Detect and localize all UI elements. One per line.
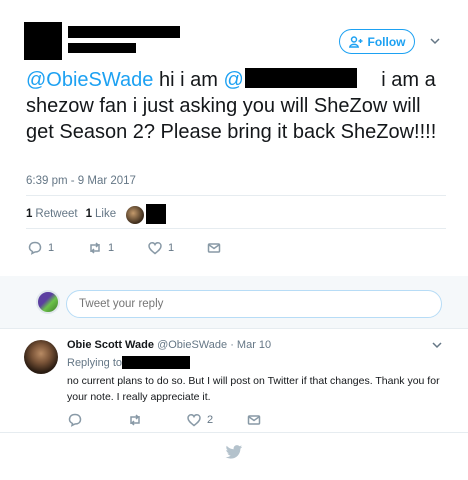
mention2-link[interactable]: @ (223, 69, 243, 91)
heart-icon (187, 414, 201, 427)
engagement-stats: 1 Retweet 1 Like (26, 208, 116, 220)
reply-author-avatar[interactable] (24, 340, 58, 374)
retweet-icon (130, 414, 140, 426)
retweets-stat[interactable]: 1 Retweet (26, 208, 78, 220)
retweet-action[interactable]: 1 (88, 241, 114, 255)
follow-button[interactable]: Follow (339, 29, 415, 54)
reply-author-name[interactable]: Obie Scott Wade (67, 339, 154, 351)
likes-label: Like (95, 208, 117, 220)
retweet-icon (90, 242, 100, 254)
reply-icon (28, 241, 42, 255)
divider (26, 195, 446, 196)
retweets-count: 1 (26, 208, 33, 220)
dm-action[interactable] (207, 241, 221, 255)
reply-header: Obie Scott Wade @ObieSWade · Mar 10 (67, 339, 271, 351)
redacted-avatar (24, 22, 62, 60)
tweet-timestamp[interactable]: 6:39 pm - 9 Mar 2017 (26, 175, 136, 187)
reply-date[interactable]: Mar 10 (237, 339, 271, 351)
like-count: 1 (168, 242, 175, 254)
redacted-handle (68, 43, 136, 53)
reply-author-handle[interactable]: @ObieSWade (157, 339, 227, 351)
reply-icon (68, 413, 82, 427)
reply-retweet-action[interactable] (128, 413, 148, 427)
heart-icon (148, 242, 162, 255)
redacted-mention (245, 68, 357, 88)
twitter-bird-icon (225, 445, 243, 459)
likes-count: 1 (85, 208, 92, 220)
like-action[interactable]: 1 (148, 241, 174, 255)
tweet-text: @ObieSWade hi i am @ i am a shezow fan i… (26, 67, 446, 145)
current-user-avatar (36, 290, 60, 314)
mention-link[interactable]: @ObieSWade (26, 69, 153, 91)
retweets-label: Retweet (35, 208, 78, 220)
redacted-display-name (68, 26, 180, 38)
reply-input[interactable] (66, 290, 442, 318)
divider (0, 432, 468, 433)
reply-like-action[interactable]: 2 (187, 413, 213, 427)
reply-count: 1 (48, 242, 55, 254)
envelope-icon (247, 415, 261, 425)
likes-stat[interactable]: 1 Like (86, 208, 117, 220)
redacted-liker (146, 204, 166, 224)
reply-separator: · (227, 339, 237, 351)
divider (0, 328, 468, 329)
reply-text: no current plans to do so. But I will po… (67, 375, 440, 403)
liker-avatar[interactable] (126, 206, 144, 224)
reply-dm-action[interactable] (247, 413, 261, 427)
person-add-icon (348, 35, 362, 48)
chevron-down-icon[interactable] (430, 37, 440, 45)
divider (26, 228, 446, 229)
reply-like-count: 2 (207, 414, 214, 426)
follow-label: Follow (367, 34, 406, 49)
chevron-down-icon[interactable] (432, 341, 442, 349)
redacted-replying-to (122, 356, 190, 369)
replying-to: Replying to (67, 357, 123, 369)
envelope-icon (207, 243, 221, 253)
reply-action[interactable]: 1 (28, 241, 54, 255)
tweet-text-part1: hi i am (153, 69, 224, 91)
retweet-count: 1 (108, 242, 115, 254)
reply-reply-action[interactable] (68, 413, 88, 427)
